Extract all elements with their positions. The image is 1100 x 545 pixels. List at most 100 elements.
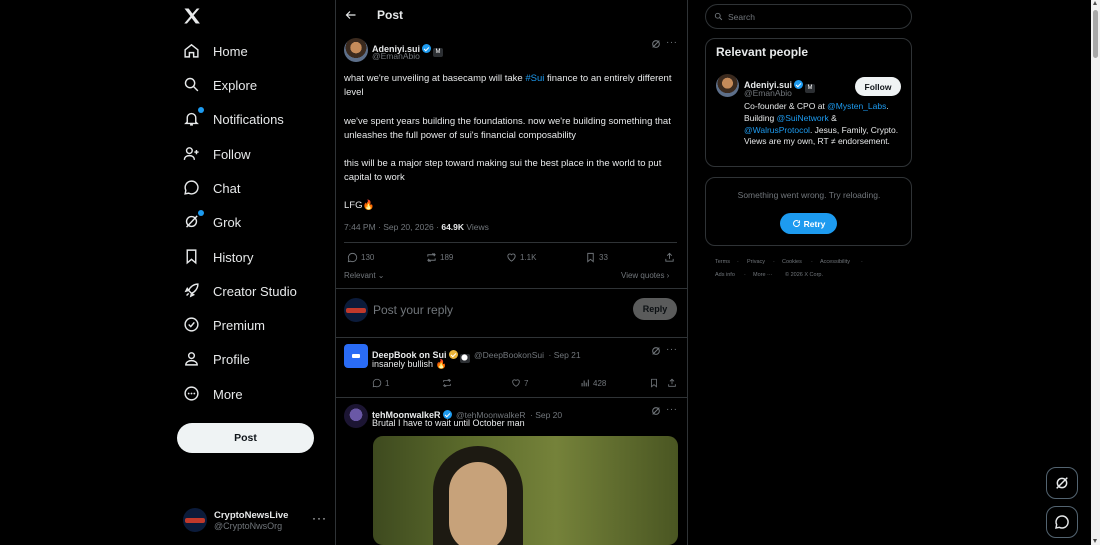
mention-link[interactable]: @WalrusProtocol xyxy=(744,125,810,135)
reply-more-icon[interactable]: ··· xyxy=(666,404,678,415)
verified-badge-icon xyxy=(448,350,458,359)
back-arrow-icon[interactable] xyxy=(345,9,357,21)
footer-link-terms[interactable]: Terms xyxy=(715,259,730,265)
repost-count: 189 xyxy=(440,253,454,262)
post-paragraph: this will be a major step toward making … xyxy=(344,158,662,183)
page-scrollbar[interactable] xyxy=(1091,0,1100,545)
reply-media-image[interactable] xyxy=(373,436,678,545)
reply-icon xyxy=(347,252,358,263)
nav-item-chat[interactable]: Chat xyxy=(183,174,240,202)
like-stat[interactable]: 1.1K xyxy=(506,252,536,263)
views-stat[interactable]: 428 xyxy=(580,378,606,388)
repost-icon xyxy=(427,253,436,262)
author-avatar[interactable] xyxy=(344,38,368,62)
grok-explain-icon[interactable] xyxy=(651,346,661,356)
search-box[interactable] xyxy=(705,4,912,29)
post-more-icon[interactable]: ··· xyxy=(666,37,678,48)
scroll-down-arrow-icon[interactable] xyxy=(1093,539,1097,543)
nav-item-premium[interactable]: Premium xyxy=(183,311,265,339)
bookmark-icon xyxy=(587,252,594,263)
footer-link-more[interactable]: More ··· xyxy=(753,272,773,278)
share-icon xyxy=(668,378,676,387)
scroll-up-arrow-icon[interactable] xyxy=(1093,1,1097,5)
reply-input[interactable] xyxy=(373,302,623,318)
messages-fab-button[interactable] xyxy=(1046,506,1078,538)
nav-item-home[interactable]: Home xyxy=(183,37,248,65)
nav-item-label: Follow xyxy=(213,146,251,162)
notification-dot xyxy=(198,107,204,113)
relevant-person-handle[interactable]: @EmanAbio xyxy=(744,88,792,98)
follow-button[interactable]: Follow xyxy=(855,77,901,96)
affiliate-badge-icon: M xyxy=(805,84,816,93)
view-quotes-link[interactable]: View quotes › xyxy=(621,271,669,280)
nav-item-label: History xyxy=(213,249,254,265)
grok-fab-button[interactable] xyxy=(1046,467,1078,499)
divider xyxy=(344,242,677,243)
nav-item-creator-studio[interactable]: Creator Studio xyxy=(183,277,297,305)
repost-stat[interactable] xyxy=(442,378,455,388)
mention-link[interactable]: @Mysten_Labs xyxy=(827,101,886,111)
nav-item-follow[interactable]: Follow xyxy=(183,140,251,168)
share-button[interactable] xyxy=(667,378,680,388)
relevant-person-avatar[interactable] xyxy=(716,74,739,97)
like-count: 7 xyxy=(524,378,529,388)
footer-link-cookies[interactable]: Cookies xyxy=(782,259,802,265)
bookmark-button[interactable] xyxy=(649,378,662,388)
reply-stat[interactable]: 1 xyxy=(372,378,389,388)
verified-badge-icon xyxy=(422,44,432,53)
reply-author-handle[interactable]: @DeepBookonSui xyxy=(474,350,544,360)
media-face xyxy=(449,462,507,545)
scroll-thumb[interactable] xyxy=(1093,10,1098,58)
footer-link-privacy[interactable]: Privacy xyxy=(747,259,765,265)
affiliate-badge-icon: M xyxy=(433,48,444,57)
home-icon xyxy=(183,42,201,60)
mention-link[interactable]: @SuiNetwork xyxy=(777,113,829,123)
relevant-person-bio: Co-founder & CPO at @Mysten_Labs. Buildi… xyxy=(744,101,899,147)
post-button[interactable]: Post xyxy=(177,423,314,453)
reply-author-avatar[interactable] xyxy=(344,404,368,428)
grok-explain-icon[interactable] xyxy=(651,406,661,416)
reply-count: 1 xyxy=(385,378,390,388)
search-input[interactable] xyxy=(728,11,898,22)
nav-item-label: More xyxy=(213,386,243,402)
reply-date[interactable]: · Sep 20 xyxy=(530,410,562,420)
post-paragraph: we've spent years building the foundatio… xyxy=(344,116,671,141)
reply-stat[interactable]: 130 xyxy=(347,252,374,263)
account-switcher[interactable]: CryptoNewsLive @CryptoNwsOrg xyxy=(183,505,323,535)
heart-icon xyxy=(507,253,516,262)
bookmark-icon xyxy=(651,378,657,388)
hashtag-link[interactable]: #Sui xyxy=(525,73,544,84)
x-logo-icon[interactable] xyxy=(182,6,204,28)
nav-item-notifications[interactable]: Notifications xyxy=(183,105,284,133)
divider xyxy=(335,337,688,338)
nav-item-history[interactable]: History xyxy=(183,243,253,271)
retry-button[interactable]: Retry xyxy=(780,213,837,234)
reply-button[interactable]: Reply xyxy=(633,298,677,320)
nav-item-profile[interactable]: Profile xyxy=(183,345,250,373)
post-timestamp: 7:44 PM · Sep 20, 2026 · 64.9K Views xyxy=(344,222,489,232)
verified-icon xyxy=(183,316,201,334)
author-handle[interactable]: @EmanAbio xyxy=(372,51,420,61)
footer-link-ads-info[interactable]: Ads info xyxy=(715,272,735,278)
reply-more-icon[interactable]: ··· xyxy=(666,344,678,355)
nav-item-more[interactable]: More xyxy=(183,380,243,408)
nav-item-label: Grok xyxy=(213,214,242,230)
heart-icon xyxy=(512,379,520,387)
footer-link-accessibility[interactable]: Accessibility xyxy=(820,259,850,265)
repost-stat[interactable]: 189 xyxy=(426,252,453,263)
account-more-icon[interactable]: ··· xyxy=(312,511,327,525)
chat-icon xyxy=(183,179,201,197)
sort-relevant-dropdown[interactable]: Relevant ⌄ xyxy=(344,271,385,280)
search-icon xyxy=(183,76,201,94)
like-stat[interactable]: 7 xyxy=(511,378,528,388)
account-name: CryptoNewsLive xyxy=(214,509,289,521)
rocket-icon xyxy=(183,282,201,300)
bookmark-stat[interactable]: 33 xyxy=(585,252,608,263)
share-button[interactable] xyxy=(664,252,678,263)
reply-author-avatar[interactable] xyxy=(344,344,368,368)
grok-dot xyxy=(198,210,204,216)
reply-date[interactable]: · Sep 21 xyxy=(549,350,581,360)
nav-item-grok[interactable]: Grok xyxy=(183,208,241,236)
grok-explain-icon[interactable] xyxy=(651,39,661,49)
nav-item-explore[interactable]: Explore xyxy=(183,71,257,99)
